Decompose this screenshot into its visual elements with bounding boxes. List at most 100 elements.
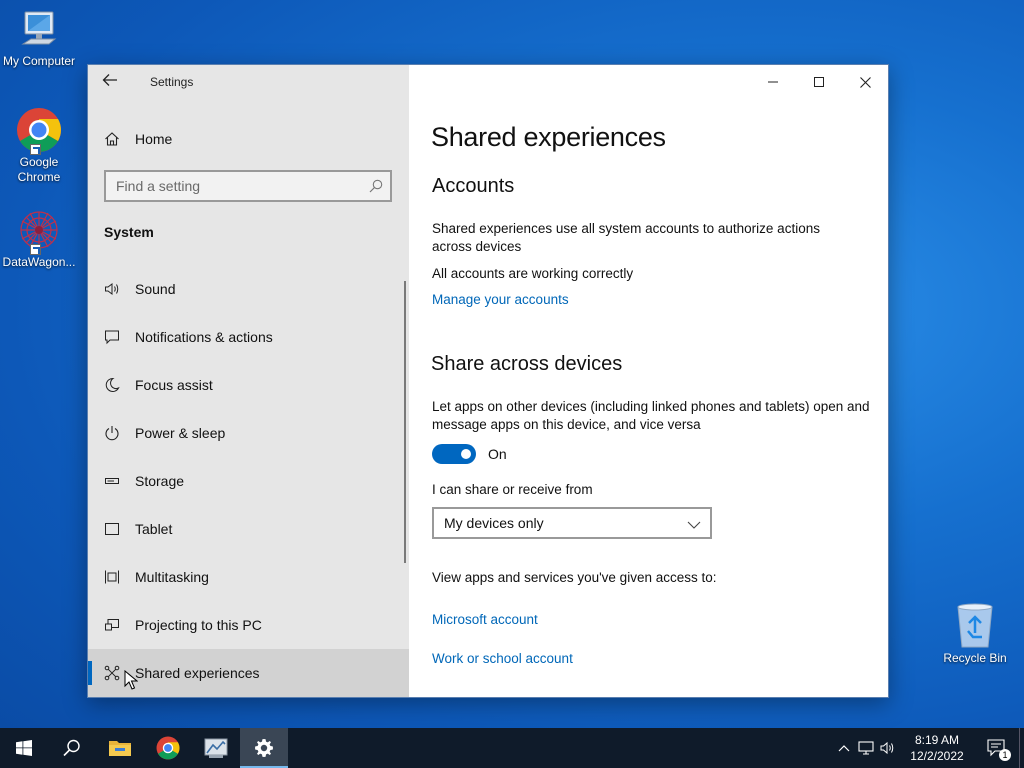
notifications-icon bbox=[104, 329, 120, 345]
sidebar-item-label: Focus assist bbox=[135, 377, 213, 393]
sidebar-item-label: Projecting to this PC bbox=[135, 617, 262, 633]
clock-time: 8:19 AM bbox=[914, 733, 960, 747]
accounts-status: All accounts are working correctly bbox=[432, 266, 634, 281]
clock-date: 12/2/2022 bbox=[910, 749, 964, 763]
title-bar: Settings bbox=[88, 65, 409, 99]
shortcut-arrow-icon bbox=[30, 244, 41, 255]
dropdown-value: My devices only bbox=[444, 515, 544, 531]
close-button[interactable] bbox=[842, 65, 888, 99]
nav-list: Sound Notifications & actions Focus assi… bbox=[88, 265, 409, 697]
chevron-up-icon bbox=[838, 745, 850, 752]
sidebar-item-label: Shared experiences bbox=[135, 665, 260, 681]
desktop-icon-label: Google Chrome bbox=[17, 155, 61, 184]
projecting-icon bbox=[104, 617, 120, 633]
share-toggle-state: On bbox=[488, 446, 507, 462]
sidebar-item-label: Tablet bbox=[135, 521, 173, 537]
app-title: Settings bbox=[150, 75, 194, 89]
taskbar-server-manager[interactable] bbox=[192, 728, 240, 768]
sidebar-item-multitasking[interactable]: Multitasking bbox=[88, 553, 409, 601]
minimize-icon bbox=[768, 81, 778, 83]
shortcut-arrow-icon bbox=[30, 144, 41, 155]
system-tray: 8:19 AM 12/2/2022 1 bbox=[833, 728, 1024, 768]
search-icon bbox=[63, 739, 80, 757]
share-heading: Share across devices bbox=[431, 353, 623, 375]
microsoft-account-link[interactable]: Microsoft account bbox=[432, 612, 538, 627]
multitasking-icon bbox=[104, 569, 120, 585]
recycle-bin-icon bbox=[955, 603, 995, 649]
sidebar-item-storage[interactable]: Storage bbox=[88, 457, 409, 505]
back-arrow-icon bbox=[102, 74, 117, 86]
taskbar-chrome[interactable] bbox=[144, 728, 192, 768]
share-from-label: I can share or receive from bbox=[432, 482, 593, 497]
taskbar-clock[interactable]: 8:19 AM 12/2/2022 bbox=[899, 732, 975, 764]
network-icon bbox=[858, 741, 874, 755]
tablet-icon bbox=[104, 521, 120, 537]
taskbar-file-explorer[interactable] bbox=[96, 728, 144, 768]
search-input[interactable]: Find a setting bbox=[104, 170, 392, 202]
page-title: Shared experiences bbox=[431, 122, 666, 152]
start-button[interactable] bbox=[0, 728, 48, 768]
network-button[interactable] bbox=[855, 728, 877, 768]
settings-window: Settings Home Find a setting System Soun… bbox=[87, 64, 889, 698]
nav-home-label: Home bbox=[135, 131, 173, 147]
share-from-dropdown[interactable]: My devices only bbox=[432, 507, 712, 539]
moon-icon bbox=[104, 377, 120, 393]
sidebar-item-label: Sound bbox=[135, 281, 176, 297]
chevron-down-icon bbox=[687, 517, 701, 529]
desktop-icon-datawagon[interactable]: DataWagon... bbox=[0, 207, 78, 270]
windows-logo-icon bbox=[16, 740, 32, 756]
taskbar-settings[interactable] bbox=[240, 728, 288, 768]
settings-content: Shared experiences Accounts Shared exper… bbox=[409, 65, 888, 697]
sidebar-item-projecting[interactable]: Projecting to this PC bbox=[88, 601, 409, 649]
gear-icon bbox=[255, 739, 273, 757]
show-desktop-button[interactable] bbox=[1019, 728, 1024, 768]
toggle-knob bbox=[461, 449, 471, 459]
show-hidden-icons-button[interactable] bbox=[833, 728, 855, 768]
chrome-icon bbox=[16, 107, 62, 155]
storage-icon bbox=[104, 473, 120, 489]
folder-icon bbox=[109, 741, 131, 756]
maximize-icon bbox=[814, 77, 824, 87]
action-center-button[interactable]: 1 bbox=[975, 728, 1019, 768]
sidebar-scrollbar[interactable] bbox=[404, 281, 406, 563]
desktop-icon-my-computer[interactable]: My Computer bbox=[0, 10, 78, 69]
access-label: View apps and services you've given acce… bbox=[432, 570, 717, 585]
volume-button[interactable] bbox=[877, 728, 899, 768]
sidebar-item-focus-assist[interactable]: Focus assist bbox=[88, 361, 409, 409]
server-manager-icon bbox=[204, 738, 228, 758]
share-toggle[interactable] bbox=[432, 444, 476, 464]
maximize-button[interactable] bbox=[796, 65, 842, 99]
home-icon bbox=[104, 131, 120, 147]
minimize-button[interactable] bbox=[750, 65, 796, 99]
desktop-icon-google-chrome[interactable]: Google Chrome bbox=[0, 107, 78, 185]
work-school-account-link[interactable]: Work or school account bbox=[432, 651, 573, 666]
sidebar-item-label: Notifications & actions bbox=[135, 329, 273, 345]
sidebar-item-sound[interactable]: Sound bbox=[88, 265, 409, 313]
search-icon bbox=[369, 179, 383, 193]
mouse-cursor-icon bbox=[124, 670, 138, 690]
desktop-icon-label: Recycle Bin bbox=[943, 651, 1007, 665]
chrome-icon bbox=[156, 736, 180, 760]
sidebar-item-label: Power & sleep bbox=[135, 425, 226, 441]
back-button[interactable] bbox=[102, 73, 122, 91]
desktop-icon-recycle-bin[interactable]: Recycle Bin bbox=[935, 603, 1015, 666]
volume-icon bbox=[880, 741, 894, 755]
sidebar-item-power-sleep[interactable]: Power & sleep bbox=[88, 409, 409, 457]
shared-experiences-icon bbox=[104, 665, 120, 681]
section-label-system: System bbox=[104, 224, 154, 240]
close-icon bbox=[859, 76, 871, 88]
sidebar-item-notifications[interactable]: Notifications & actions bbox=[88, 313, 409, 361]
sidebar-item-label: Multitasking bbox=[135, 569, 209, 585]
sidebar-item-label: Storage bbox=[135, 473, 185, 489]
share-description: Let apps on other devices (including lin… bbox=[432, 399, 870, 432]
manage-accounts-link[interactable]: Manage your accounts bbox=[432, 292, 569, 307]
accounts-description: Shared experiences use all system accoun… bbox=[432, 221, 820, 254]
nav-home[interactable]: Home bbox=[104, 129, 172, 149]
computer-icon bbox=[21, 10, 57, 52]
speaker-icon bbox=[104, 281, 120, 297]
search-button[interactable] bbox=[48, 728, 96, 768]
desktop-icon-label: My Computer bbox=[2, 54, 76, 68]
sidebar-item-tablet[interactable]: Tablet bbox=[88, 505, 409, 553]
power-icon bbox=[104, 425, 120, 441]
settings-sidebar: Settings Home Find a setting System Soun… bbox=[88, 65, 409, 697]
